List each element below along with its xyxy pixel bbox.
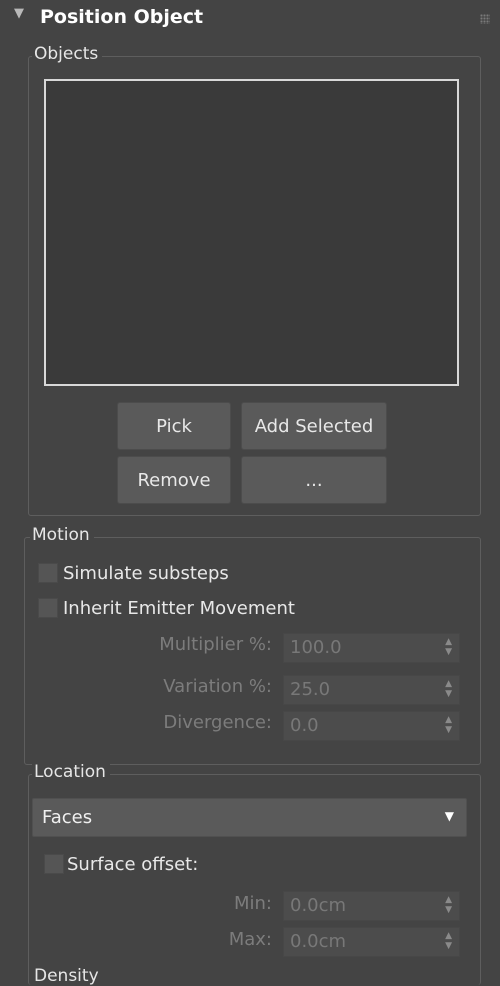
variation-value[interactable]: 25.0 xyxy=(290,679,330,700)
location-group-label: Location xyxy=(32,762,110,782)
multiplier-spinner[interactable]: 100.0 ▲ ▼ xyxy=(283,633,460,663)
add-selected-button[interactable]: Add Selected xyxy=(241,402,387,450)
simulate-substeps-checkbox[interactable] xyxy=(38,563,58,583)
motion-group-label: Motion xyxy=(30,525,94,545)
min-offset-value[interactable]: 0.0cm xyxy=(290,895,346,916)
rollout-title: Position Object xyxy=(40,6,204,28)
variation-label: Variation %: xyxy=(163,676,272,697)
pick-button[interactable]: Pick xyxy=(117,402,231,450)
spinner-arrows-icon[interactable]: ▲ ▼ xyxy=(445,679,452,699)
min-offset-spinner[interactable]: 0.0cm ▲ ▼ xyxy=(283,891,460,921)
location-type-value[interactable]: Faces xyxy=(42,807,92,828)
spinner-arrows-icon[interactable]: ▲ ▼ xyxy=(445,931,452,951)
divergence-spinner[interactable]: 0.0 ▲ ▼ xyxy=(283,711,460,741)
surface-offset-label[interactable]: Surface offset: xyxy=(67,854,198,875)
max-offset-spinner[interactable]: 0.0cm ▲ ▼ xyxy=(283,927,460,957)
multiplier-label: Multiplier %: xyxy=(159,634,272,655)
spinner-arrows-icon[interactable]: ▲ ▼ xyxy=(445,895,452,915)
spinner-arrows-icon[interactable]: ▲ ▼ xyxy=(445,715,452,735)
divergence-value[interactable]: 0.0 xyxy=(290,715,319,736)
variation-spinner[interactable]: 25.0 ▲ ▼ xyxy=(283,675,460,705)
objects-group-label: Objects xyxy=(32,44,103,64)
location-type-dropdown[interactable]: Faces ▼ xyxy=(32,798,467,837)
max-label: Max: xyxy=(228,929,272,950)
surface-offset-checkbox[interactable] xyxy=(44,854,64,874)
spinner-arrows-icon[interactable]: ▲ ▼ xyxy=(445,637,452,657)
density-group-label: Density xyxy=(34,966,99,986)
max-offset-value[interactable]: 0.0cm xyxy=(290,931,346,952)
remove-button[interactable]: Remove xyxy=(117,456,231,504)
grip-handle-icon[interactable] xyxy=(480,14,490,24)
simulate-substeps-label[interactable]: Simulate substeps xyxy=(63,563,229,584)
divergence-label: Divergence: xyxy=(163,712,272,733)
multiplier-value[interactable]: 100.0 xyxy=(290,637,342,658)
inherit-emitter-movement-checkbox[interactable] xyxy=(38,598,58,618)
min-label: Min: xyxy=(233,893,272,914)
objects-list[interactable] xyxy=(44,79,459,386)
dropdown-arrow-icon[interactable]: ▼ xyxy=(445,809,454,823)
more-options-button[interactable]: ... xyxy=(241,456,387,504)
rollout-header[interactable]: ▼ Position Object xyxy=(0,0,500,38)
inherit-emitter-movement-label[interactable]: Inherit Emitter Movement xyxy=(63,598,295,619)
triangle-down-icon[interactable]: ▼ xyxy=(14,6,24,21)
